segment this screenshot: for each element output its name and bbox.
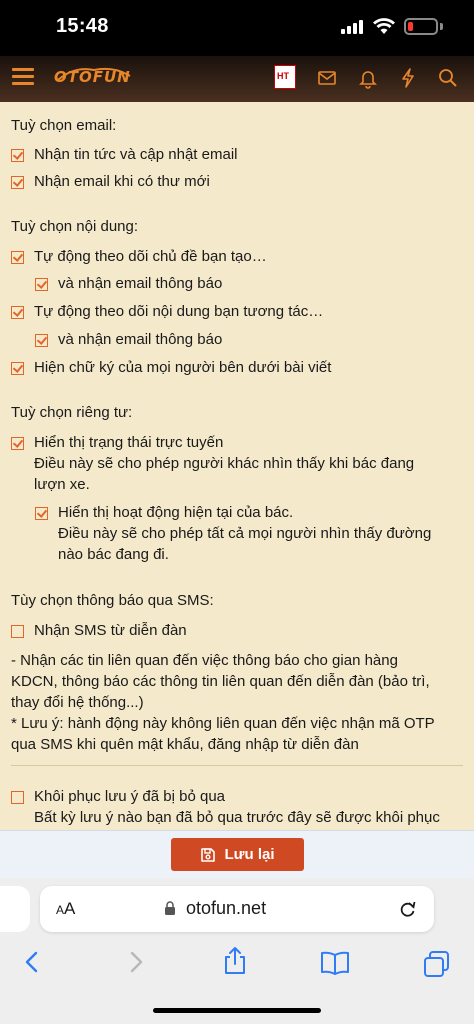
checkbox-label: Tự động theo dõi nội dung bạn tương tác…	[34, 303, 324, 320]
browser-toolbar: AA otofun.net	[0, 878, 474, 1024]
note-line: qua SMS khi quên mật khẩu, đăng nhập từ …	[11, 736, 359, 753]
save-button-label: Lưu lại	[224, 846, 275, 863]
reader-options-button[interactable]: AA	[56, 899, 75, 919]
battery-icon	[404, 18, 438, 35]
checkbox-row[interactable]: và nhận email thông báo	[35, 331, 222, 350]
checkbox-row[interactable]: và nhận email thông báo	[35, 275, 222, 294]
forward-icon[interactable]	[126, 950, 146, 974]
checkbox-label: Nhận email khi có thư mới	[34, 173, 210, 190]
note-line: - Nhận các tin liên quan đến việc thông …	[11, 652, 398, 669]
option-description: Điều này sẽ cho phép tất cả mọi người nh…	[58, 525, 432, 542]
checkbox[interactable]	[35, 278, 48, 291]
checkbox[interactable]	[35, 507, 48, 520]
clock: 15:48	[56, 15, 109, 37]
checkbox[interactable]	[11, 306, 24, 319]
content-options-title: Tuỳ chọn nội dung:	[11, 218, 139, 235]
checkbox[interactable]	[11, 176, 24, 189]
user-avatar-badge[interactable]: HT	[274, 65, 296, 89]
preferences-form: Tuỳ chọn email: Nhận tin tức và cập nhật…	[0, 102, 474, 830]
tabs-icon[interactable]	[423, 950, 451, 978]
checkbox[interactable]	[11, 149, 24, 162]
checkbox-label: Hiển thị hoạt động hiện tại của bác.	[58, 504, 294, 521]
divider	[11, 765, 463, 766]
checkbox-row[interactable]: Nhận SMS từ diễn đàn	[11, 622, 187, 641]
checkbox-label: và nhận email thông báo	[58, 331, 223, 348]
checkbox-row[interactable]: Hiển thị hoạt động hiện tại của bác. Điề…	[35, 504, 431, 565]
checkbox-label: Nhận tin tức và cập nhật email	[34, 146, 238, 163]
checkbox-row[interactable]: Nhận tin tức và cập nhật email	[11, 146, 237, 165]
note-line: thay đổi hệ thống...)	[11, 694, 144, 711]
status-bar: 15:48	[0, 0, 474, 56]
form-submit-bar: Lưu lại	[0, 830, 474, 878]
bookmarks-icon[interactable]	[320, 950, 350, 976]
aa-big: A	[64, 899, 76, 918]
hamburger-menu-icon[interactable]	[12, 68, 34, 86]
checkbox[interactable]	[11, 791, 24, 804]
email-options-title: Tuỳ chọn email:	[11, 117, 117, 134]
share-icon[interactable]	[222, 946, 248, 976]
checkbox-row[interactable]: Khôi phục lưu ý đã bị bỏ qua Bất kỳ lưu …	[11, 788, 440, 828]
option-description: lượn xe.	[34, 476, 90, 493]
checkbox-row[interactable]: Nhận email khi có thư mới	[11, 173, 210, 192]
note-line: * Lưu ý: hành động này không liên quan đ…	[11, 715, 435, 732]
checkbox[interactable]	[11, 362, 24, 375]
checkbox-row[interactable]: Hiển thị trạng thái trực tuyến Điều này …	[11, 434, 414, 495]
option-description: nào bác đang đi.	[58, 546, 169, 563]
checkbox[interactable]	[11, 437, 24, 450]
search-icon[interactable]	[437, 67, 459, 89]
checkbox-label: Hiển thị trạng thái trực tuyến	[34, 434, 224, 451]
sms-note: - Nhận các tin liên quan đến việc thông …	[11, 650, 467, 755]
sms-options-title: Tùy chọn thông báo qua SMS:	[11, 592, 214, 609]
checkbox-row[interactable]: Tự động theo dõi chủ đề bạn tạo…	[11, 248, 267, 267]
url-text: otofun.net	[186, 898, 267, 918]
checkbox[interactable]	[11, 251, 24, 264]
checkbox-label: Hiện chữ ký của mọi người bên dưới bài v…	[34, 359, 332, 376]
lightning-icon[interactable]	[397, 67, 419, 89]
note-line: KDCN, thông báo các thông tin liên quan …	[11, 673, 430, 690]
otofun-logo[interactable]: OTOFUN	[54, 64, 134, 90]
back-icon[interactable]	[22, 950, 42, 974]
cellular-signal-icon	[341, 20, 365, 34]
wifi-icon	[373, 18, 395, 34]
logo-text: OTOFUN	[54, 68, 131, 86]
checkbox-label: Khôi phục lưu ý đã bị bỏ qua	[34, 788, 226, 805]
checkbox-row[interactable]: Tự động theo dõi nội dung bạn tương tác…	[11, 303, 323, 322]
option-description: Bất kỳ lưu ý nào bạn đã bỏ qua trước đây…	[34, 809, 440, 826]
checkbox[interactable]	[11, 625, 24, 638]
aa-small: A	[56, 903, 65, 917]
app-header: OTOFUN HT	[0, 56, 474, 102]
save-button[interactable]: Lưu lại	[171, 838, 304, 871]
previous-tab-preview[interactable]	[0, 886, 30, 932]
bell-icon[interactable]	[357, 67, 379, 89]
mail-icon[interactable]	[316, 67, 338, 89]
checkbox-row[interactable]: Hiện chữ ký của mọi người bên dưới bài v…	[11, 359, 331, 378]
reload-icon[interactable]	[398, 899, 418, 919]
privacy-options-title: Tuỳ chọn riêng tư:	[11, 404, 133, 421]
checkbox-label: và nhận email thông báo	[58, 275, 223, 292]
home-indicator	[153, 1008, 321, 1013]
option-description: Điều này sẽ cho phép người khác nhìn thấ…	[34, 455, 415, 472]
badge-text: HT	[277, 71, 289, 81]
address-bar[interactable]: AA otofun.net	[40, 886, 434, 932]
checkbox-label: Nhận SMS từ diễn đàn	[34, 622, 187, 639]
checkbox[interactable]	[35, 334, 48, 347]
battery-cap	[440, 23, 443, 30]
checkbox-label: Tự động theo dõi chủ đề bạn tạo…	[34, 248, 267, 265]
save-icon	[201, 847, 216, 862]
lock-icon	[165, 901, 175, 915]
